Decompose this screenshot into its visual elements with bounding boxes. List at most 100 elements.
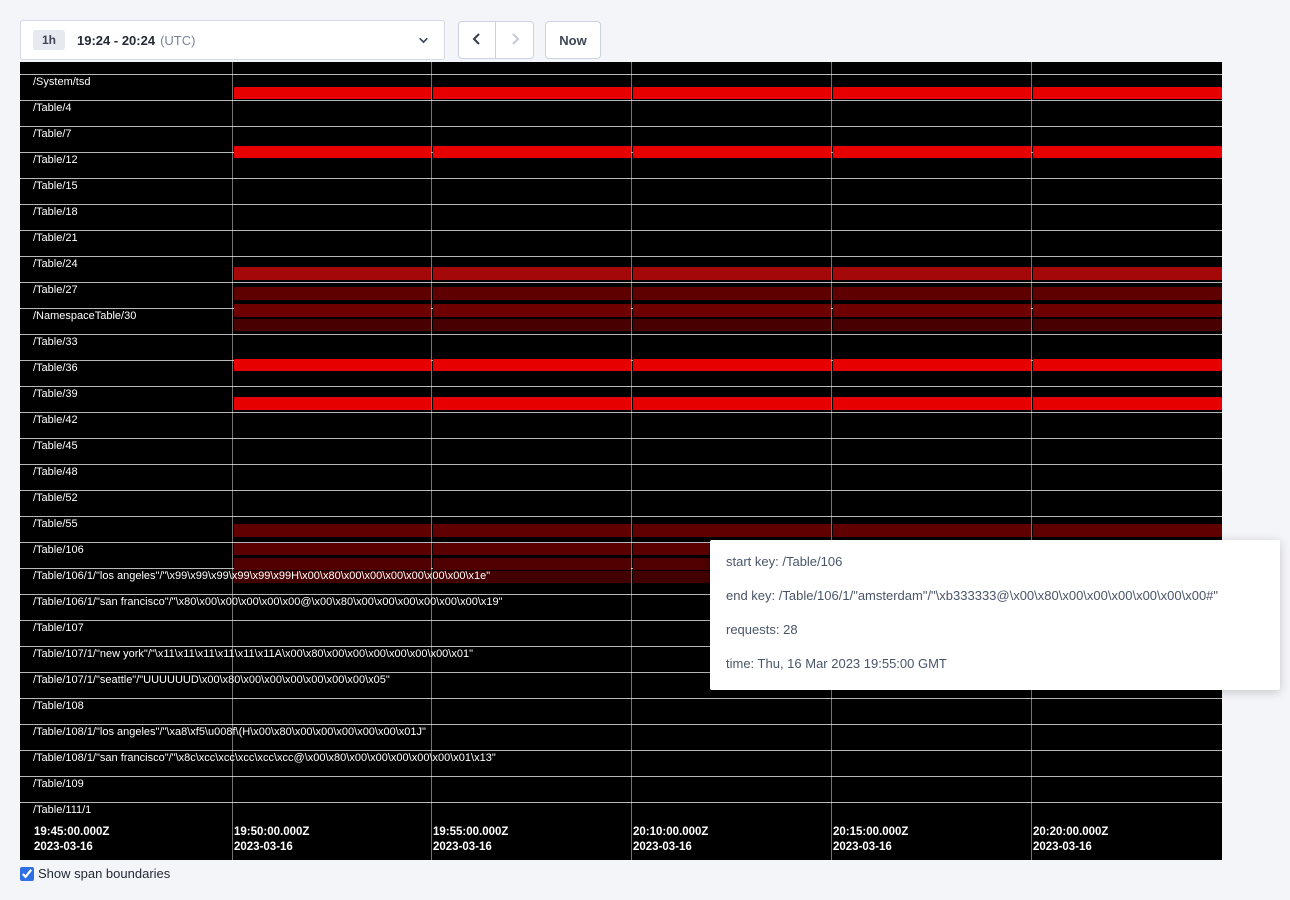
span-label: /Table/18 [33,206,78,219]
next-range-button[interactable] [496,21,534,59]
span-label: /Table/107/1/"new york"/"\x11\x11\x11\x1… [33,648,473,661]
span-boundary-line [20,282,1222,283]
span-label: /Table/106/1/"los angeles"/"\x99\x99\x99… [33,570,490,583]
span-label: /Table/108/1/"san francisco"/"\x8c\xcc\x… [33,752,496,765]
heatmap-band-segment [633,359,831,371]
time-range-timezone: (UTC) [160,33,195,48]
span-label: /NamespaceTable/30 [33,310,136,323]
heatmap-band-segment [833,359,1031,371]
time-range-selector[interactable]: 1h 19:24 - 20:24 (UTC) [20,20,445,60]
span-boundary-line [20,698,1222,699]
tooltip-time: time: Thu, 16 Mar 2023 19:55:00 GMT [726,654,1264,674]
heatmap-band-segment [234,267,431,280]
heatmap-band-segment [1033,319,1222,331]
x-axis-label: 19:45:00.000Z2023-03-16 [34,825,109,855]
tooltip-requests: requests: 28 [726,620,1264,640]
heatmap-band-segment [234,558,431,570]
heatmap-band-segment [633,397,831,410]
vertical-gridline [1031,62,1032,860]
footer: Show span boundaries [20,866,170,881]
span-label: /Table/15 [33,180,78,193]
heatmap-band-segment [433,397,631,410]
span-boundary-line [20,100,1222,101]
span-label: /Table/109 [33,778,84,791]
span-label: /Table/107/1/"seattle"/"UUUUUUD\x00\x80\… [33,674,390,687]
tooltip-end-key: end key: /Table/106/1/"amsterdam"/"\xb33… [726,586,1264,606]
chevron-left-icon [469,31,485,50]
vertical-gridline [831,62,832,860]
heatmap-band-segment [1033,87,1222,99]
heatmap-band-segment [633,267,831,280]
span-boundary-line [20,412,1222,413]
span-boundary-line [20,126,1222,127]
span-label: /Table/4 [33,102,72,115]
heatmap-band-segment [833,267,1031,280]
heatmap-band-segment [433,543,631,555]
span-label: /Table/45 [33,440,78,453]
heatmap-band-segment [833,146,1031,158]
heatmap-canvas[interactable]: /System/tsd/Table/4/Table/7/Table/12/Tab… [20,62,1222,860]
span-boundary-line [20,464,1222,465]
heatmap-band-segment [433,558,631,570]
span-label: /Table/108 [33,700,84,713]
heatmap-band-segment [833,319,1031,331]
heatmap-band-segment [1033,287,1222,300]
heatmap-band-segment [234,397,431,410]
x-axis-label: 19:50:00.000Z2023-03-16 [234,825,309,855]
prev-range-button[interactable] [458,21,496,59]
x-axis-label: 20:15:00.000Z2023-03-16 [833,825,908,855]
span-label: /Table/52 [33,492,78,505]
span-boundary-line [20,256,1222,257]
span-boundary-line [20,74,1222,75]
show-span-boundaries-checkbox[interactable] [20,867,34,881]
heatmap-band-segment [234,304,431,317]
heatmap-band-segment [633,304,831,317]
span-boundary-line [20,334,1222,335]
span-boundary-line [20,490,1222,491]
span-boundary-line [20,724,1222,725]
span-label: /Table/108/1/"los angeles"/"\xa8\xf5\u00… [33,726,426,739]
x-axis-label: 20:20:00.000Z2023-03-16 [1033,825,1108,855]
heatmap-band-segment [234,146,431,158]
heatmap-band-segment [1033,359,1222,371]
span-label: /Table/39 [33,388,78,401]
heatmap-band-segment [433,359,631,371]
heatmap-band-segment [433,287,631,300]
chevron-down-icon [417,34,430,47]
time-range-text: 19:24 - 20:24 [77,33,155,48]
heatmap-band-segment [433,267,631,280]
span-boundary-line [20,802,1222,803]
heatmap-band-segment [234,543,431,555]
time-range-nav [458,21,534,59]
span-boundary-line [20,230,1222,231]
heatmap-band-segment [833,524,1031,537]
hover-tooltip: start key: /Table/106 end key: /Table/10… [710,540,1280,690]
span-label: /System/tsd [33,76,90,89]
span-label: /Table/7 [33,128,72,141]
span-boundary-line [20,776,1222,777]
x-axis-label: 20:10:00.000Z2023-03-16 [633,825,708,855]
span-label: /Table/36 [33,362,78,375]
heatmap-band-segment [1033,524,1222,537]
heatmap-band-segment [1033,267,1222,280]
span-label: /Table/42 [33,414,78,427]
x-axis-label: 19:55:00.000Z2023-03-16 [433,825,508,855]
now-button[interactable]: Now [545,21,601,59]
heatmap-band-segment [833,287,1031,300]
span-label: /Table/21 [33,232,78,245]
heatmap-band-segment [234,524,431,537]
span-label: /Table/33 [33,336,78,349]
heatmap-band-segment [633,319,831,331]
heatmap-band-segment [833,304,1031,317]
span-label: /Table/111/1 [33,804,91,817]
span-boundary-line [20,204,1222,205]
span-label: /Table/12 [33,154,78,167]
heatmap-band-segment [1033,304,1222,317]
span-label: /Table/24 [33,258,78,271]
chevron-right-icon [507,31,523,50]
heatmap-band-segment [433,304,631,317]
span-boundary-line [20,438,1222,439]
span-boundary-line [20,386,1222,387]
span-boundary-line [20,178,1222,179]
heatmap-band-segment [234,319,431,331]
